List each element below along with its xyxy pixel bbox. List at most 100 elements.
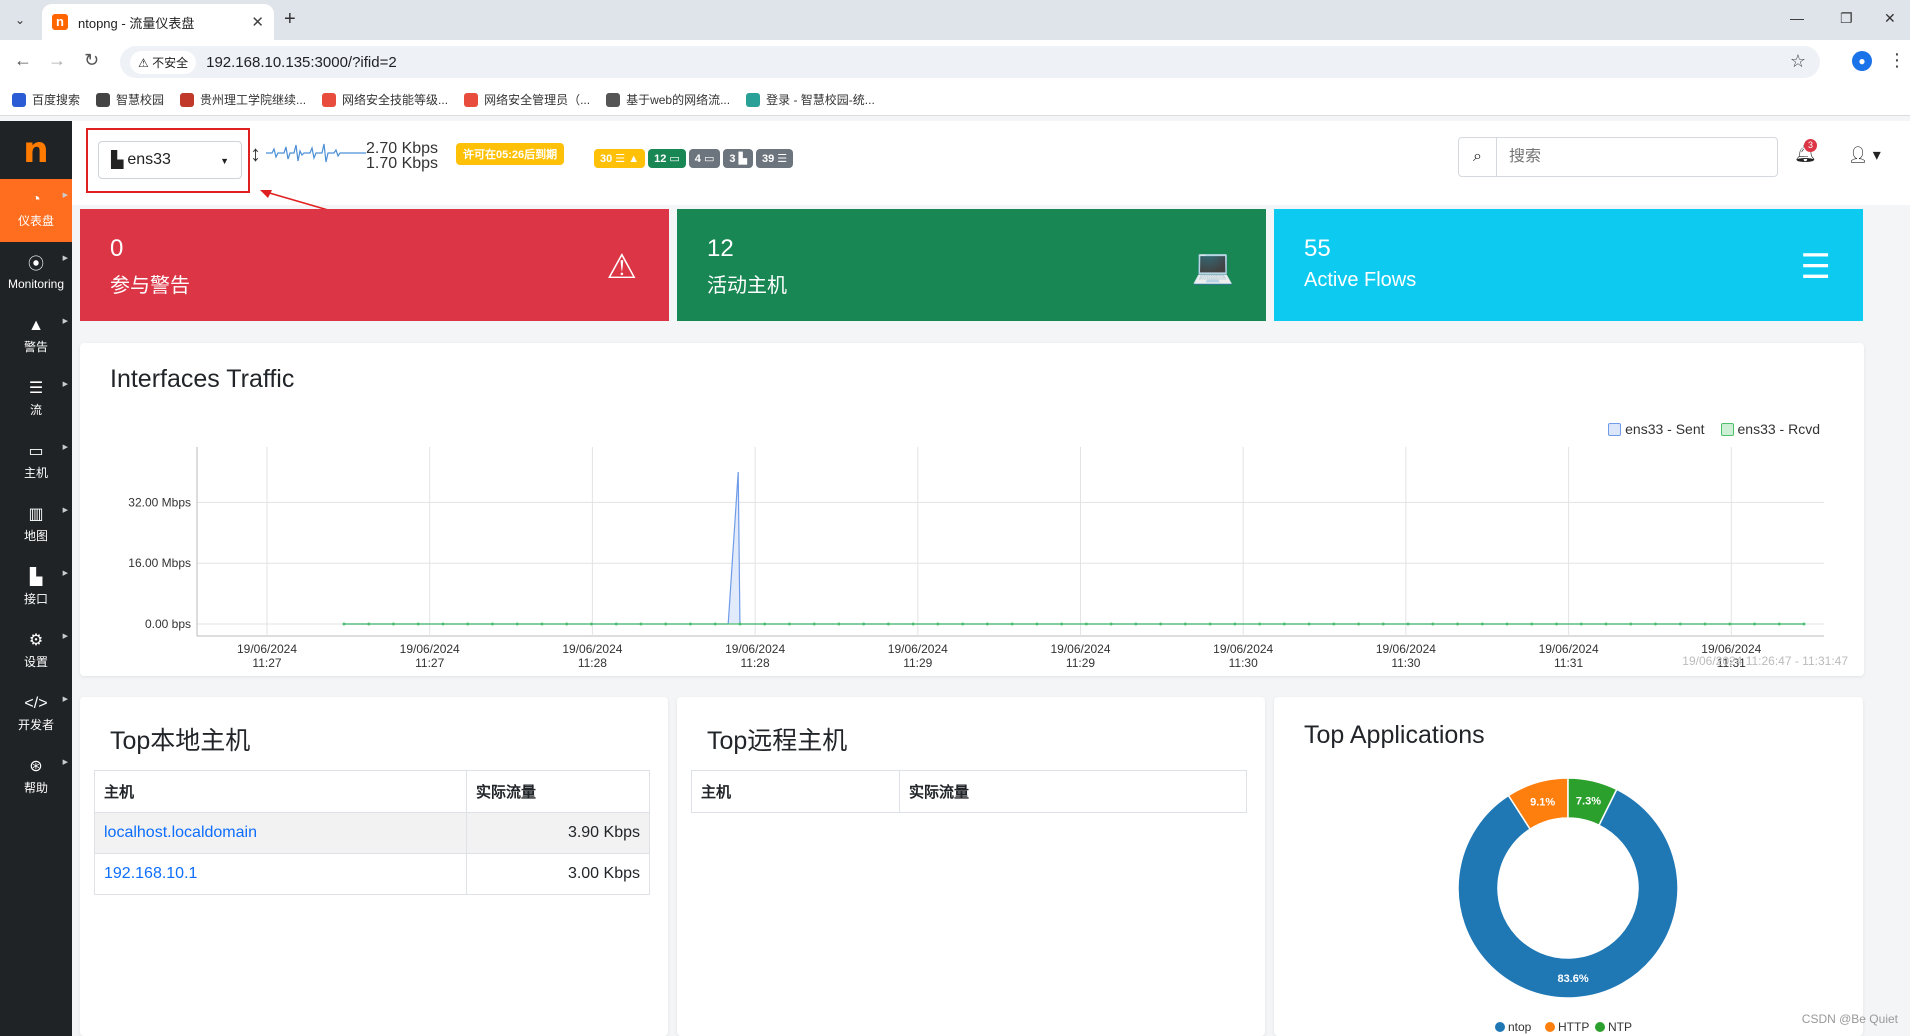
x-tick-label: 19/06/2024 11:30 [1213,642,1273,670]
sidebar-item-warning[interactable]: ▲ 警告 ▶ [0,305,72,368]
legend-label[interactable]: ntop [1508,1020,1532,1034]
throughput-rates: 2.70 Kbps 1.70 Kbps [366,141,438,172]
sidebar-item-map[interactable]: ▥ 地图 ▶ [0,494,72,557]
sidebar-item-label: 帮助 [23,781,48,795]
sidebar-item-lifebuoy[interactable]: ⊛ 帮助 ▶ [0,746,72,809]
traffic-chart: 0.00 bps 16.00 Mbps 32.00 Mbps 19/06/2024 11… [128,447,1824,670]
url-text[interactable]: 192.168.10.135:3000/?ifid=2 [206,54,397,71]
close-tab-icon[interactable]: ✕ [251,13,264,31]
browser-tab[interactable]: n ntopng - 流量仪表盘 ✕ [42,4,274,40]
sidebar-item-monitoring[interactable]: ⦿ Monitoring ▶ [0,242,72,305]
stat-card[interactable]: 55 Active Flows ☰ [1274,209,1863,321]
y-tick-label: 0.00 bps [145,617,191,631]
menu-kebab-icon[interactable]: ⋮ [1888,50,1906,71]
column-header-host[interactable]: 主机 [691,770,900,813]
sidebar-item-speedometer[interactable]: ◔ 仪表盘 ▶ [0,179,72,242]
bookmark-item[interactable]: 贵州理工学院继续... [180,91,306,108]
sidebar-item-list[interactable]: ☰ 流 ▶ [0,368,72,431]
gear-icon: ⚙ [28,632,44,649]
caret-right-icon: ▶ [62,759,68,766]
top-local-hosts-title: Top本地主机 [110,727,251,755]
series-point [1159,622,1163,626]
back-icon[interactable]: ← [14,50,32,71]
ntopng-logo[interactable]: n [0,121,72,179]
flows-icon: ☰ [1800,248,1831,286]
top-remote-hosts-card: Top远程主机 主机 实际流量 [677,697,1265,1036]
stat-value: 55 [1304,235,1331,262]
tab-search-button[interactable]: ⌄ [8,8,32,32]
legend-label[interactable]: HTTP [1558,1020,1589,1034]
stat-card[interactable]: 12 活动主机 💻 [677,209,1266,321]
bookmark-item[interactable]: 基于web的网络流... [606,91,730,108]
up-down-arrows-icon: ↕ [250,141,261,166]
series-point [837,622,841,626]
slice-label: 7.3% [1576,795,1601,807]
omnibox[interactable]: ⚠ 不安全 192.168.10.135:3000/?ifid=2 ☆ [120,46,1820,78]
series-point [1258,622,1261,626]
notifications-count: 3 [1804,139,1817,152]
forward-icon[interactable]: → [48,50,66,71]
series-point [763,622,767,626]
series-point [1134,622,1138,626]
donut-slice-ntop[interactable] [1457,788,1679,999]
caret-right-icon: ▶ [62,444,68,451]
search-icon[interactable]: ⌕ [1459,138,1497,176]
interface-selector[interactable]: ▙ ens33 ▼ [98,141,242,179]
close-window-icon[interactable]: ✕ [1884,10,1896,27]
insecure-badge[interactable]: ⚠ 不安全 [130,50,197,74]
series-point [1109,622,1113,626]
series-point [862,622,866,626]
caret-right-icon: ▶ [62,633,68,640]
caret-right-icon: ▶ [62,192,68,199]
reload-icon[interactable]: ↻ [84,50,99,71]
bookmark-star-icon[interactable]: ☆ [1790,51,1806,72]
stat-label: 活动主机 [707,275,787,297]
bookmark-item[interactable]: 网络安全管理员（... [464,91,590,108]
minimize-icon[interactable]: — [1790,10,1804,26]
stat-card[interactable]: 0 参与警告 ⚠ [80,209,669,321]
sidebar-item-ethernet[interactable]: ▙ 接口 ▶ [0,557,72,620]
user-menu-icon[interactable]: 👤︎ ▾ [1848,145,1881,165]
x-tick-label: 19/06/2024 11:30 [1376,642,1436,670]
column-header-traffic[interactable]: 实际流量 [899,770,1247,813]
license-badge[interactable]: 许可在05:26后到期 [456,143,565,165]
count-badge[interactable]: 3 ▙ [723,149,754,168]
column-header-traffic[interactable]: 实际流量 [466,770,650,813]
host-traffic: 3.00 Kbps [466,853,650,895]
count-badge[interactable]: 4 ▭ [688,149,721,168]
series-point [367,622,371,626]
stat-value: 12 [707,235,734,262]
bookmark-favicon-icon [96,92,111,107]
x-tick-label: 19/06/2024 11:31 [1539,642,1599,670]
series-point [1654,622,1657,626]
bookmark-item[interactable]: 网络安全技能等级... [322,91,448,108]
stat-value: 0 [110,235,124,262]
new-tab-button[interactable]: + [284,8,296,31]
sidebar-item-laptop[interactable]: ▭ 主机 ▶ [0,431,72,494]
bookmark-favicon-icon [180,92,195,107]
host-link[interactable]: 192.168.10.1 [94,853,467,895]
host-link[interactable]: localhost.localdomain [94,812,467,854]
bookmark-item[interactable]: 百度搜索 [12,91,80,108]
series-point [441,622,445,626]
ntopng-favicon-icon: n [52,14,68,30]
sidebar-item-gear[interactable]: ⚙ 设置 ▶ [0,620,72,683]
count-badge[interactable]: 30 ☰ ▲ [594,149,646,168]
ethernet-icon: ▙ [111,152,124,169]
warning-icon: ▲ [28,317,44,334]
bookmarks-bar: 百度搜索 智慧校园 贵州理工学院继续... 网络安全技能等级... 网络安全管理员（..… [0,84,1910,116]
watermark: CSDN @Be Quiet [1801,1012,1898,1026]
series-point [1035,622,1039,626]
legend-label[interactable]: NTP [1608,1020,1632,1034]
bookmark-item[interactable]: 登录 - 智慧校园-统... [746,91,875,108]
search-input[interactable] [1497,148,1767,166]
sidebar-item-label: 接口 [23,592,48,606]
sidebar-item-code[interactable]: </> 开发者 ▶ [0,683,72,746]
column-header-host[interactable]: 主机 [94,770,467,813]
caret-right-icon: ▶ [62,255,68,262]
count-badge[interactable]: 12 ▭ [648,149,686,168]
bookmark-item[interactable]: 智慧校园 [96,91,164,108]
count-badge[interactable]: 39 ☰ [756,149,794,168]
profile-avatar-icon[interactable]: ● [1852,51,1872,71]
restore-icon[interactable]: ❐ [1840,10,1853,27]
